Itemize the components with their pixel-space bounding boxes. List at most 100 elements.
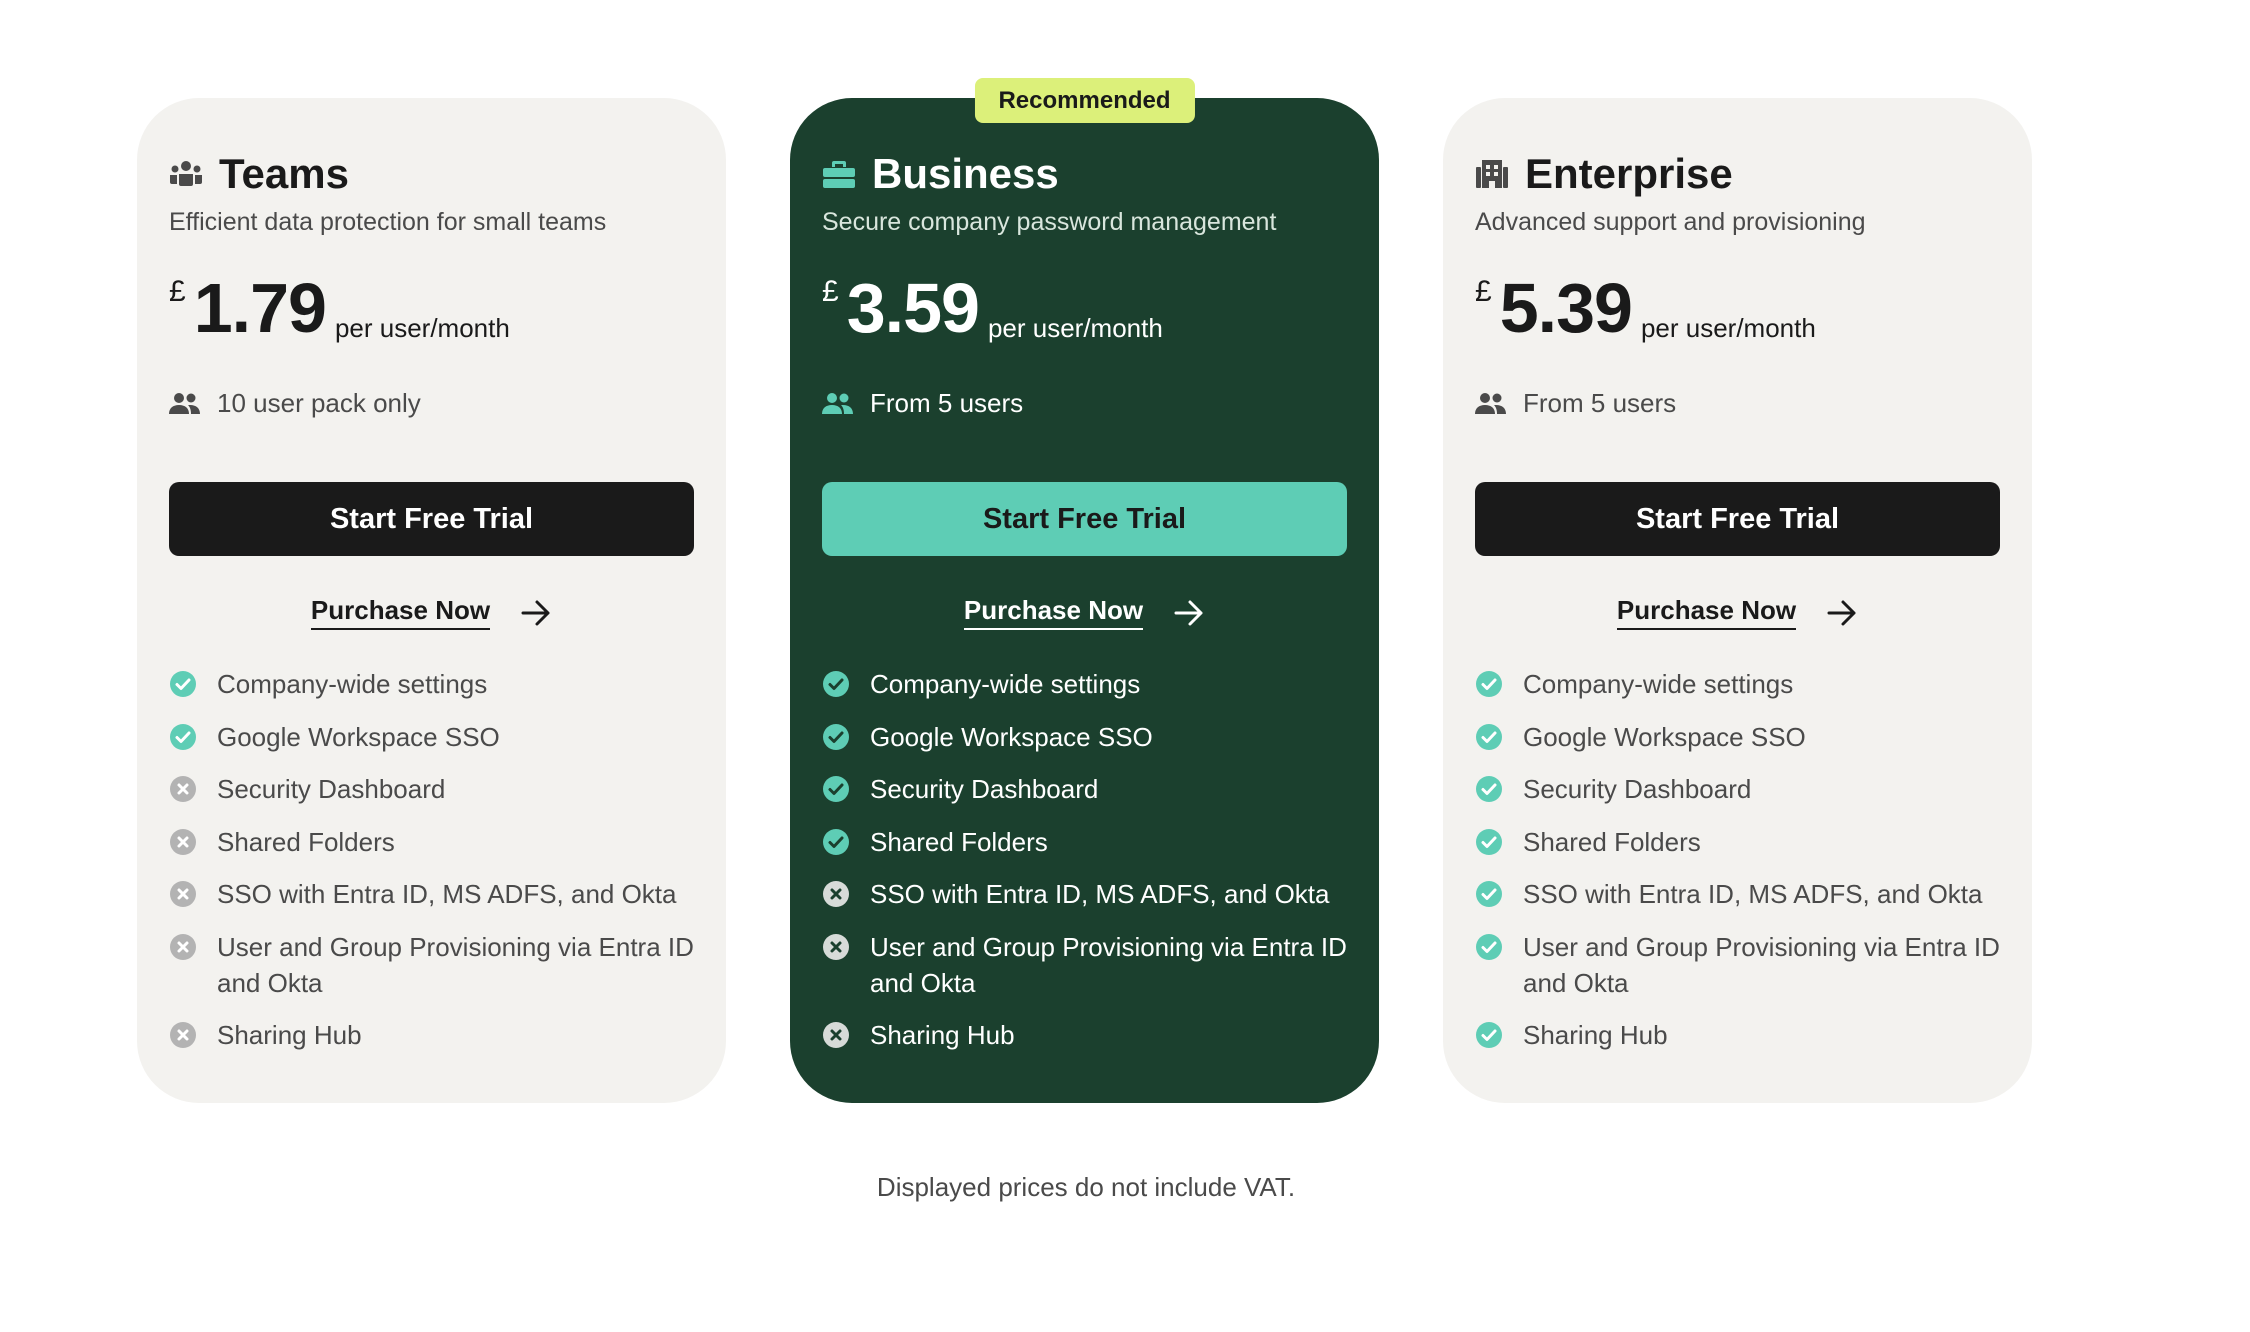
feature-item: Company-wide settings bbox=[1475, 666, 2000, 702]
price-amount: 5.39 bbox=[1499, 269, 1633, 347]
feature-item: Google Workspace SSO bbox=[169, 719, 694, 755]
feature-label: SSO with Entra ID, MS ADFS, and Okta bbox=[217, 879, 677, 909]
feature-item: Company-wide settings bbox=[822, 666, 1347, 702]
feature-item: SSO with Entra ID, MS ADFS, and Okta bbox=[1475, 876, 2000, 912]
price-period: per user/month bbox=[334, 313, 510, 343]
plan-price: £ 1.79 per user/month bbox=[169, 273, 510, 344]
start-free-trial-button[interactable]: Start Free Trial bbox=[822, 482, 1347, 556]
users-icon bbox=[1475, 392, 1506, 414]
x-circle-icon bbox=[170, 933, 196, 960]
user-requirement-text: From 5 users bbox=[870, 388, 1024, 418]
feature-item: SSO with Entra ID, MS ADFS, and Okta bbox=[169, 876, 694, 912]
check-circle-icon bbox=[1476, 671, 1502, 697]
check-circle-icon bbox=[1476, 881, 1502, 907]
vat-note: Displayed prices do not include VAT. bbox=[876, 1172, 1296, 1202]
check-circle-icon bbox=[823, 776, 849, 802]
x-circle-icon bbox=[823, 881, 849, 907]
feature-item: Google Workspace SSO bbox=[822, 719, 1347, 755]
currency-symbol: £ bbox=[169, 275, 186, 308]
plan-tagline: Efficient data protection for small team… bbox=[169, 208, 607, 236]
arrow-right-icon[interactable] bbox=[1826, 599, 1858, 627]
x-circle-icon bbox=[823, 933, 849, 960]
plan-header: Teams bbox=[169, 153, 349, 195]
briefcase-icon bbox=[822, 157, 856, 191]
arrow-right-icon[interactable] bbox=[520, 599, 552, 627]
team-icon bbox=[169, 157, 203, 191]
purchase-now-link[interactable]: Purchase Now bbox=[1616, 595, 1797, 630]
purchase-now-link[interactable]: Purchase Now bbox=[310, 595, 491, 630]
check-circle-icon bbox=[1476, 1022, 1502, 1048]
check-circle-icon bbox=[170, 671, 196, 697]
plan-tagline: Advanced support and provisioning bbox=[1475, 208, 1866, 236]
feature-item: Sharing Hub bbox=[169, 1017, 694, 1053]
feature-label: User and Group Provisioning via Entra ID… bbox=[217, 931, 694, 998]
feature-label: User and Group Provisioning via Entra ID… bbox=[870, 931, 1347, 998]
plan-header: Enterprise bbox=[1475, 153, 1733, 195]
feature-item: Security Dashboard bbox=[169, 771, 694, 807]
plan-card-teams: Teams Efficient data protection for smal… bbox=[137, 98, 726, 1103]
x-circle-icon bbox=[170, 828, 196, 855]
feature-label: Shared Folders bbox=[870, 826, 1048, 857]
x-circle-icon bbox=[170, 776, 196, 802]
plan-header: Business bbox=[822, 153, 1059, 195]
purchase-now-row: Purchase Now bbox=[790, 595, 1379, 630]
recommended-badge: Recommended bbox=[974, 78, 1195, 123]
feature-item: Shared Folders bbox=[822, 824, 1347, 860]
purchase-now-row: Purchase Now bbox=[137, 595, 726, 630]
check-circle-icon bbox=[170, 723, 196, 750]
feature-label: Google Workspace SSO bbox=[1523, 721, 1806, 752]
pricing-section: Teams Efficient data protection for smal… bbox=[0, 0, 2250, 1332]
user-requirement: From 5 users bbox=[822, 388, 1023, 419]
currency-symbol: £ bbox=[822, 275, 839, 308]
user-requirement: From 5 users bbox=[1475, 388, 1676, 419]
feature-label: Security Dashboard bbox=[217, 774, 446, 804]
building-icon bbox=[1475, 157, 1509, 191]
plan-name: Enterprise bbox=[1525, 150, 1733, 197]
check-circle-icon bbox=[823, 828, 849, 855]
plan-name: Business bbox=[872, 150, 1059, 197]
price-period: per user/month bbox=[1640, 313, 1816, 343]
start-free-trial-button[interactable]: Start Free Trial bbox=[169, 482, 694, 556]
start-free-trial-button[interactable]: Start Free Trial bbox=[1475, 482, 2000, 556]
feature-list: Company-wide settings Google Workspace SS… bbox=[822, 666, 1347, 1070]
price-period: per user/month bbox=[987, 313, 1163, 343]
x-circle-icon bbox=[823, 1022, 849, 1048]
x-circle-icon bbox=[170, 1022, 196, 1048]
feature-label: User and Group Provisioning via Entra ID… bbox=[1523, 931, 2000, 998]
purchase-now-link[interactable]: Purchase Now bbox=[963, 595, 1144, 630]
check-circle-icon bbox=[823, 671, 849, 697]
plan-price: £ 3.59 per user/month bbox=[822, 273, 1163, 344]
feature-item: Security Dashboard bbox=[1475, 771, 2000, 807]
feature-label: Google Workspace SSO bbox=[870, 721, 1153, 752]
feature-item: Sharing Hub bbox=[1475, 1017, 2000, 1053]
user-requirement-text: From 5 users bbox=[1523, 388, 1677, 418]
check-circle-icon bbox=[1476, 933, 1502, 960]
feature-label: Security Dashboard bbox=[870, 774, 1099, 804]
price-amount: 1.79 bbox=[193, 269, 327, 347]
feature-label: Company-wide settings bbox=[870, 669, 1141, 699]
arrow-right-icon[interactable] bbox=[1173, 599, 1205, 627]
feature-item: User and Group Provisioning via Entra ID… bbox=[822, 929, 1347, 1001]
plan-card-business: Recommended Business Secure company pass… bbox=[790, 78, 1379, 1103]
feature-item: User and Group Provisioning via Entra ID… bbox=[169, 929, 694, 1001]
feature-item: Sharing Hub bbox=[822, 1017, 1347, 1053]
currency-symbol: £ bbox=[1475, 275, 1492, 308]
feature-item: User and Group Provisioning via Entra ID… bbox=[1475, 929, 2000, 1001]
user-requirement: 10 user pack only bbox=[169, 388, 421, 419]
check-circle-icon bbox=[823, 723, 849, 750]
feature-label: Company-wide settings bbox=[217, 669, 488, 699]
feature-list: Company-wide settings Google Workspace SS… bbox=[169, 666, 694, 1070]
plan-price: £ 5.39 per user/month bbox=[1475, 273, 1816, 344]
feature-label: Shared Folders bbox=[217, 826, 395, 857]
users-icon bbox=[822, 392, 853, 414]
feature-label: Company-wide settings bbox=[1523, 669, 1794, 699]
feature-label: Shared Folders bbox=[1523, 826, 1701, 857]
feature-label: Sharing Hub bbox=[870, 1020, 1015, 1050]
feature-item: SSO with Entra ID, MS ADFS, and Okta bbox=[822, 876, 1347, 912]
feature-list: Company-wide settings Google Workspace SS… bbox=[1475, 666, 2000, 1070]
feature-label: Google Workspace SSO bbox=[217, 721, 500, 752]
x-circle-icon bbox=[170, 881, 196, 907]
feature-label: SSO with Entra ID, MS ADFS, and Okta bbox=[1523, 879, 1983, 909]
feature-item: Security Dashboard bbox=[822, 771, 1347, 807]
plan-tagline: Secure company password management bbox=[822, 208, 1277, 236]
